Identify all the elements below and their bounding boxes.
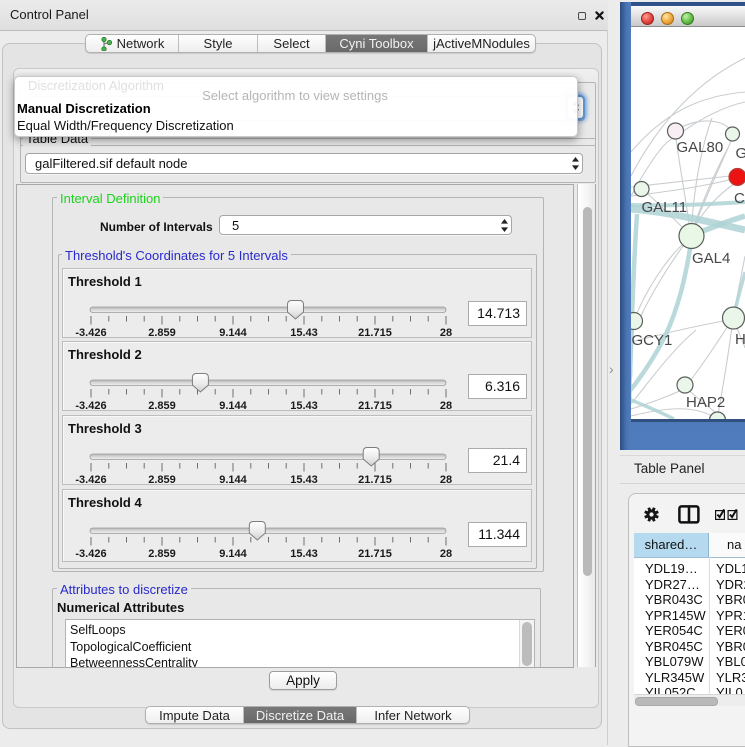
svg-text:28: 28 <box>440 474 452 486</box>
svg-text:28: 28 <box>440 327 452 339</box>
svg-text:21.715: 21.715 <box>358 400 392 412</box>
svg-text:15.43: 15.43 <box>290 474 318 486</box>
svg-text:C: C <box>734 190 745 207</box>
svg-text:15.43: 15.43 <box>290 327 318 339</box>
svg-text:28: 28 <box>440 548 452 560</box>
svg-text:2.859: 2.859 <box>148 400 176 412</box>
svg-text:21.715: 21.715 <box>358 548 392 560</box>
svg-text:-3.426: -3.426 <box>75 400 106 412</box>
svg-text:-3.426: -3.426 <box>75 548 106 560</box>
svg-text:-3.426: -3.426 <box>75 474 106 486</box>
svg-text:H: H <box>735 331 745 348</box>
svg-text:GA: GA <box>736 145 745 162</box>
svg-text:15.43: 15.43 <box>290 548 318 560</box>
svg-text:21.715: 21.715 <box>358 327 392 339</box>
svg-text:2.859: 2.859 <box>148 474 176 486</box>
svg-text:21.715: 21.715 <box>358 474 392 486</box>
svg-text:9.144: 9.144 <box>219 548 247 560</box>
svg-text:9.144: 9.144 <box>219 327 247 339</box>
svg-text:-3.426: -3.426 <box>75 327 106 339</box>
svg-text:28: 28 <box>440 400 452 412</box>
svg-text:GCY1: GCY1 <box>632 332 673 349</box>
svg-text:9.144: 9.144 <box>219 400 247 412</box>
svg-text:9.144: 9.144 <box>219 474 247 486</box>
svg-text:GAL4: GAL4 <box>692 250 730 267</box>
svg-text:HAP2: HAP2 <box>686 394 725 411</box>
svg-text:GAL11: GAL11 <box>642 199 688 216</box>
svg-text:GAL80: GAL80 <box>677 139 724 156</box>
svg-text:15.43: 15.43 <box>290 400 318 412</box>
svg-text:2.859: 2.859 <box>148 548 176 560</box>
svg-text:2.859: 2.859 <box>148 327 176 339</box>
